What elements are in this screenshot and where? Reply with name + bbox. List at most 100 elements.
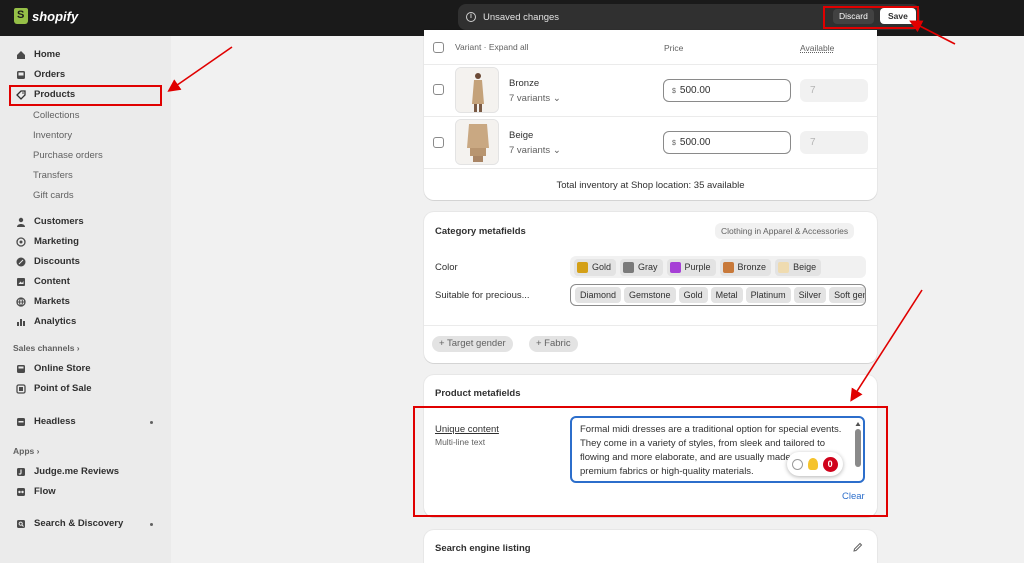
flow-icon (17, 487, 25, 496)
available-input: 7 (800, 131, 868, 154)
suitable-chip[interactable]: Platinum (745, 287, 791, 303)
highlight-save-box (823, 6, 919, 29)
sidebar-item-home[interactable]: Home (16, 49, 60, 60)
select-all-checkbox[interactable] (433, 42, 444, 53)
arrow-to-products (167, 46, 233, 92)
sidebar-item-marketing[interactable]: Marketing (16, 236, 79, 247)
sidebar-item-analytics[interactable]: Analytics (16, 316, 76, 327)
color-chip[interactable]: Gold (574, 258, 617, 276)
sidebar-subitem-collections[interactable]: Collections (33, 110, 79, 121)
sidebar-item-orders[interactable]: Orders (16, 69, 65, 80)
highlight-metafield-box (413, 406, 888, 517)
variant-count: 7 variants (509, 145, 551, 156)
sidebar-item-search-discovery[interactable]: Search & Discovery (16, 518, 123, 529)
color-chip[interactable]: Bronze (719, 258, 772, 276)
search-engine-listing-title: Search engine listing (435, 543, 531, 554)
variants-card (424, 30, 877, 200)
sidebar-item-online-store[interactable]: Online Store (16, 363, 90, 374)
beige-dress-image (456, 120, 498, 164)
shopify-bag-icon (14, 8, 28, 24)
color-chip-label: Bronze (737, 262, 767, 272)
sales-channels-label: Sales channels (13, 343, 75, 353)
sidebar-item-point-of-sale[interactable]: Point of Sale (16, 383, 92, 394)
total-inventory-text: Total inventory at Shop location: 35 ava… (556, 180, 745, 191)
bar-chart-icon (17, 318, 25, 326)
color-chip[interactable]: Purple (666, 258, 716, 276)
brand-name: shopify (32, 8, 79, 24)
sidebar-item-content[interactable]: Content (16, 276, 70, 287)
apps-heading[interactable]: Apps › (13, 446, 39, 456)
sidebar-item-label: Marketing (34, 236, 79, 247)
suitable-chip[interactable]: Metal (710, 287, 743, 303)
sidebar-subitem-transfers[interactable]: Transfers (33, 170, 73, 181)
variant-name[interactable]: Beige (509, 130, 533, 141)
sidebar-item-label: Search & Discovery (34, 518, 124, 529)
color-chip[interactable]: Gray (620, 258, 663, 276)
pinned-dot-icon (150, 523, 153, 526)
sidebar-subitem-purchase-orders[interactable]: Purchase orders (33, 150, 103, 161)
add-target-gender-button[interactable]: + Target gender (432, 336, 513, 352)
pos-icon (16, 383, 26, 394)
available-column-header: Available (800, 43, 835, 53)
suitable-chip[interactable]: Silver (793, 287, 827, 303)
variant-row-checkbox[interactable] (433, 137, 444, 148)
suitable-chip[interactable]: Gemstone (624, 287, 676, 303)
highlight-products-box (9, 85, 162, 106)
sales-channels-heading[interactable]: Sales channels › (13, 343, 80, 353)
color-field[interactable]: Gold Gray Purple Bronze Beige (570, 256, 866, 278)
suitable-field-label: Suitable for precious... (435, 290, 530, 301)
sidebar-item-label: Home (34, 49, 61, 60)
color-swatch (722, 261, 734, 273)
suitable-field[interactable]: Diamond Gemstone Gold Metal Platinum Sil… (570, 284, 866, 306)
color-chip-label: Gold (592, 262, 612, 272)
edit-pencil-icon[interactable] (852, 542, 863, 553)
content-icon (17, 277, 25, 286)
unsaved-changes-label: Unsaved changes (483, 11, 560, 23)
discount-icon (16, 257, 26, 266)
currency-symbol: $ (672, 88, 676, 95)
sidebar-item-judgeme[interactable]: Judge.me Reviews (16, 466, 119, 477)
price-input[interactable]: $500.00 (663, 79, 791, 102)
color-chip-label: Gray (638, 262, 658, 272)
sidebar-item-discounts[interactable]: Discounts (16, 256, 80, 267)
divider (424, 325, 877, 326)
sidebar-item-label: Markets (34, 296, 70, 307)
target-icon (16, 236, 26, 247)
divider (424, 116, 877, 117)
sidebar-item-label: Content (34, 276, 70, 287)
color-chip[interactable]: Beige (775, 258, 822, 276)
chevron-down-icon: ⌄ (552, 93, 561, 104)
price-value: 500.00 (679, 85, 711, 96)
sidebar-item-customers[interactable]: Customers (16, 216, 84, 227)
variant-thumbnail[interactable] (455, 119, 499, 165)
sidebar-item-flow[interactable]: Flow (16, 486, 56, 497)
variant-thumbnail[interactable] (455, 67, 499, 113)
sidebar-item-label: Orders (34, 69, 66, 80)
price-input[interactable]: $500.00 (663, 131, 791, 154)
sidebar-item-headless[interactable]: Headless (16, 416, 76, 427)
sidebar-item-label: Flow (34, 486, 56, 497)
variant-count-toggle[interactable]: 7 variants ⌄ (509, 145, 561, 156)
sidebar-subitem-gift-cards[interactable]: Gift cards (33, 190, 74, 201)
sidebar-item-label: Customers (34, 216, 84, 227)
judgeme-icon (17, 467, 25, 476)
chevron-right-icon: › (76, 343, 80, 353)
store-icon (17, 364, 25, 373)
variant-name[interactable]: Bronze (509, 78, 539, 89)
variant-count-toggle[interactable]: 7 variants ⌄ (509, 93, 561, 104)
suitable-chip[interactable]: Gold (678, 287, 708, 303)
suitable-chip[interactable]: Soft gem (829, 287, 865, 303)
add-fabric-button[interactable]: + Fabric (529, 336, 578, 352)
product-metafields-title: Product metafields (435, 388, 521, 399)
sidebar-item-markets[interactable]: Markets (16, 296, 70, 307)
color-chip-label: Beige (793, 262, 817, 272)
sidebar-subitem-inventory[interactable]: Inventory (33, 130, 72, 141)
shopify-logo[interactable]: shopify (14, 8, 78, 24)
color-field-label: Color (435, 262, 458, 273)
variant-row-checkbox[interactable] (433, 84, 444, 95)
variant-column-header[interactable]: Variant · Expand all (455, 42, 529, 52)
suitable-chip[interactable]: Diamond (575, 287, 622, 303)
bronze-dress-image (456, 68, 498, 112)
headless-icon (17, 417, 25, 426)
sidebar-item-label: Discounts (34, 256, 80, 267)
